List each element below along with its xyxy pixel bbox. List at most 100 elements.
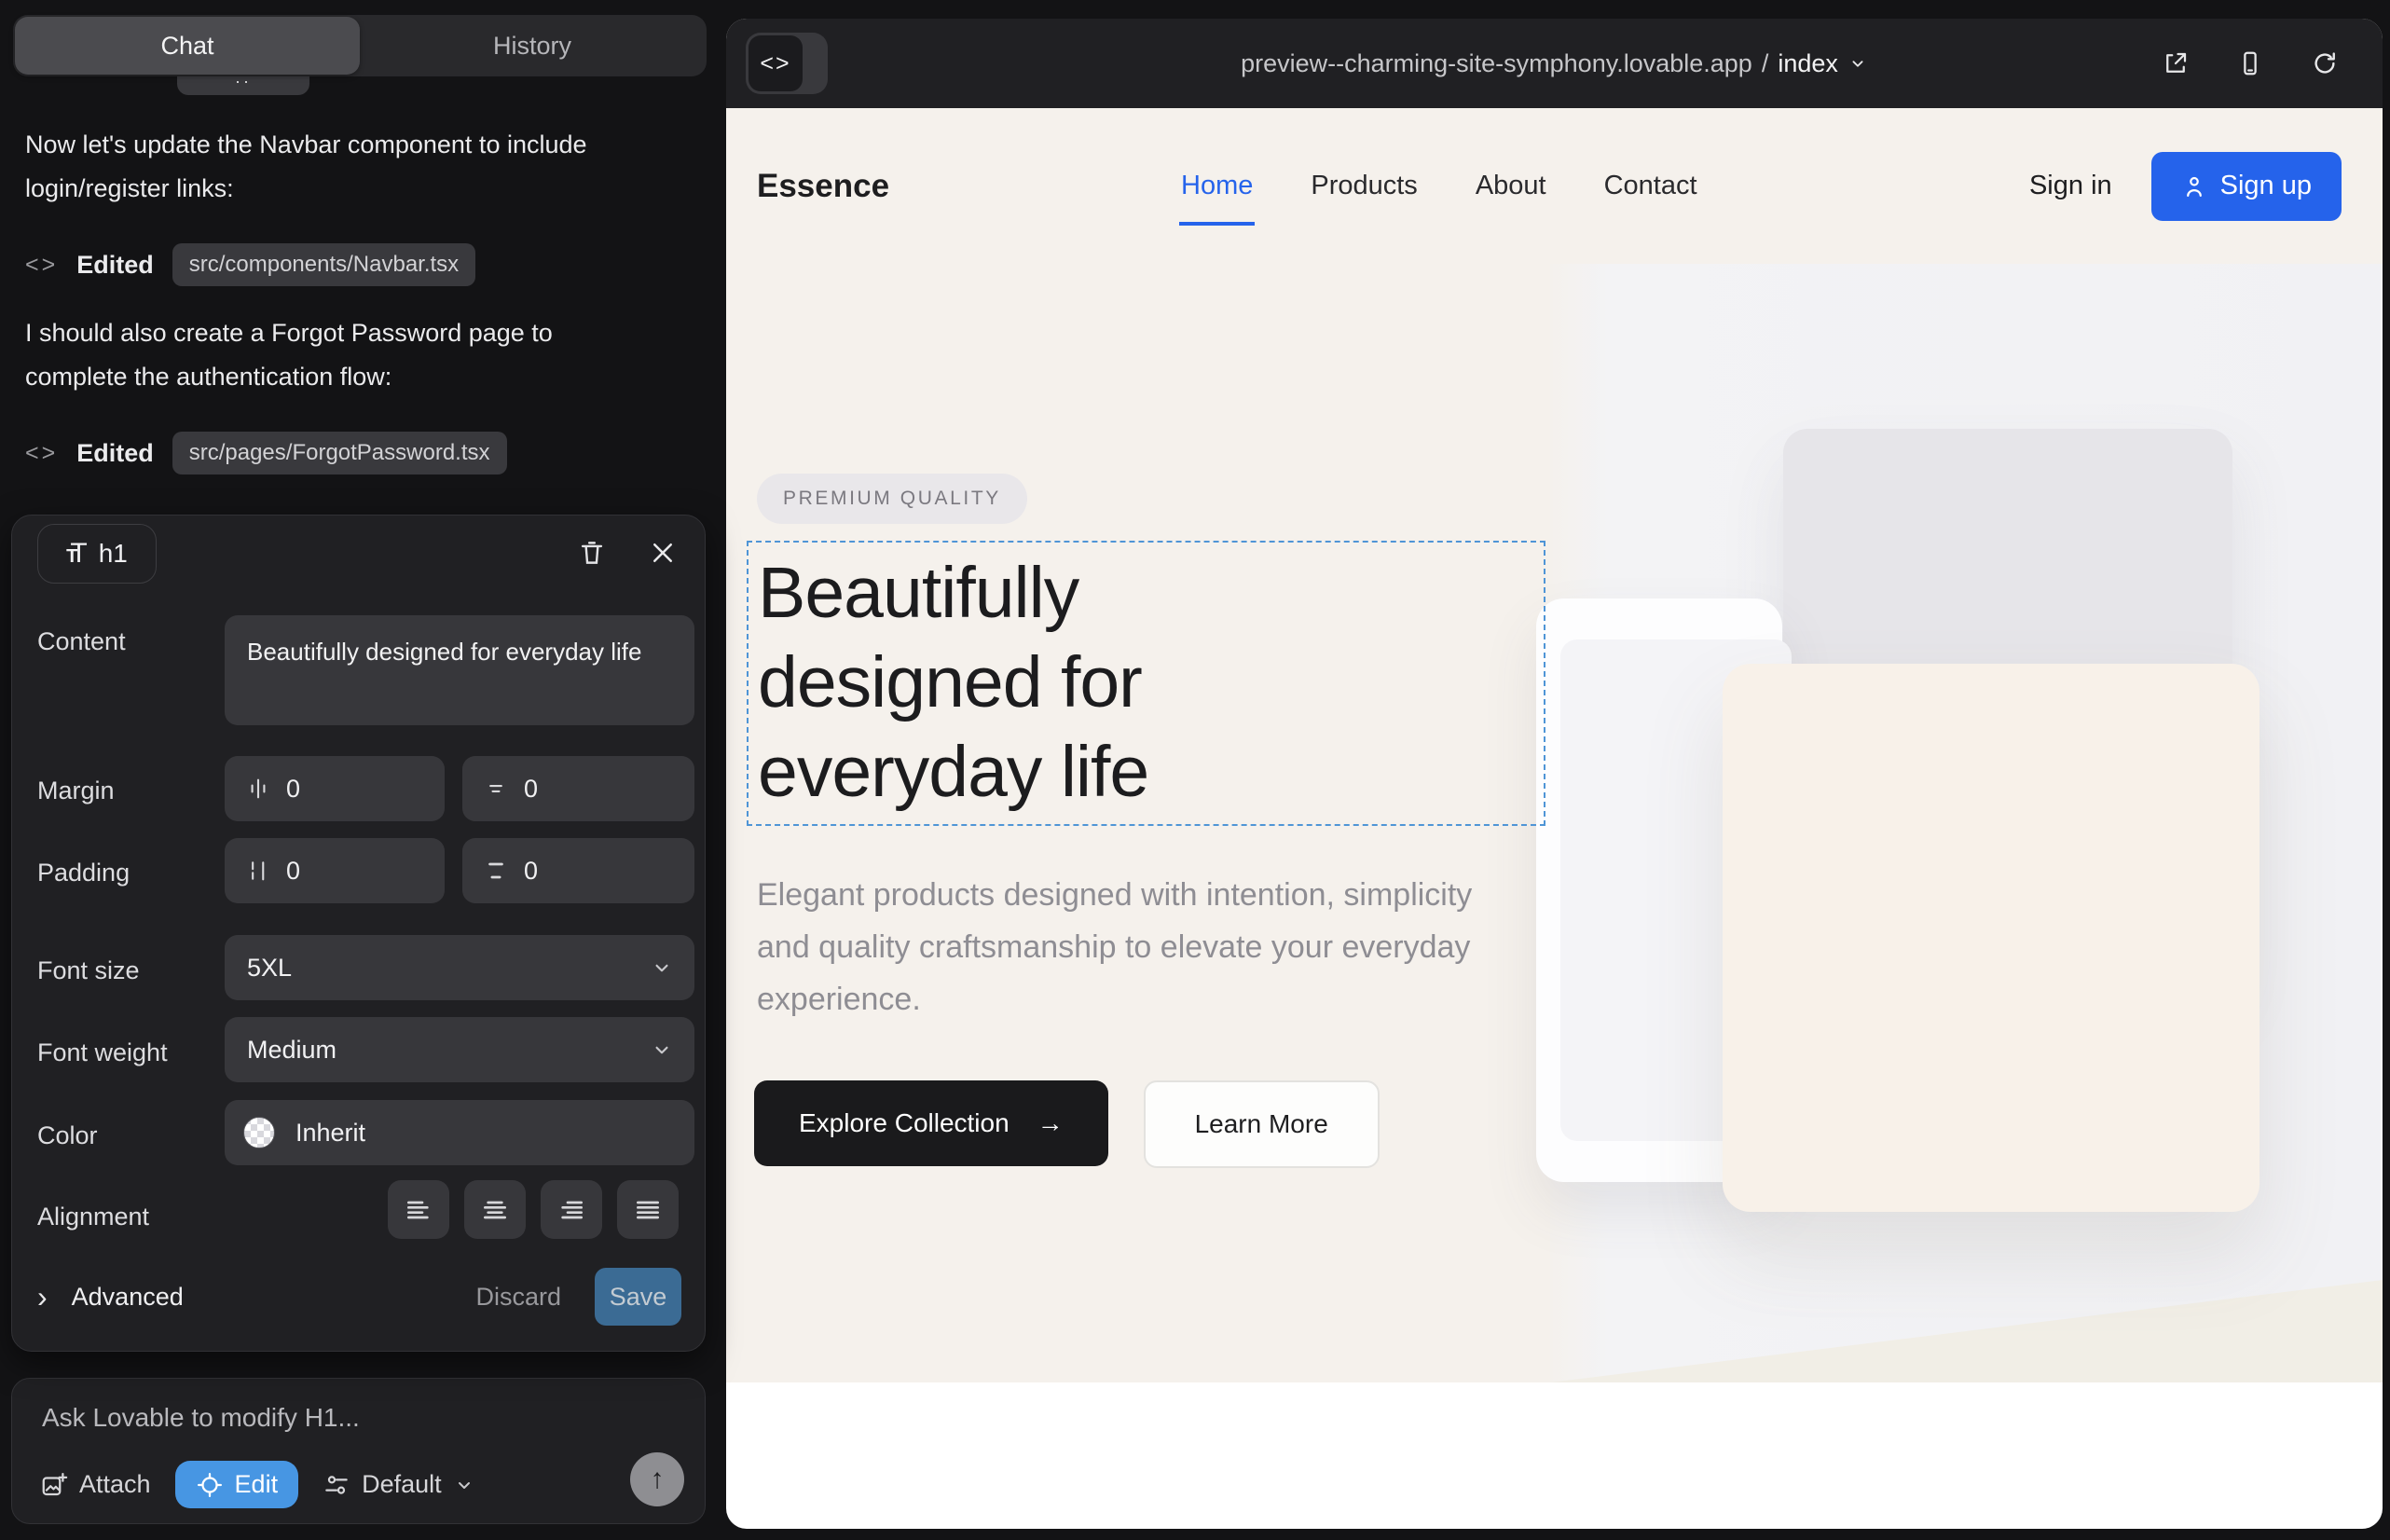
auth-actions: Sign in Sign up [2029,108,2342,264]
hero-paragraph: Elegant products designed with intention… [757,869,1493,1025]
attach-button[interactable]: Attach [40,1470,151,1499]
refresh-icon [2311,49,2339,77]
url-separator: / [1762,49,1769,78]
color-value: Inherit [295,1119,365,1148]
padding-x-field[interactable]: 0 [225,838,445,903]
discard-button[interactable]: Discard [475,1283,561,1312]
selected-element-pill[interactable]: TT h1 [37,524,157,584]
chevron-down-icon [453,1474,475,1496]
hero-card-cream [1723,664,2260,1212]
selected-element-outline[interactable]: Beautifully designed for everyday life [747,541,1545,826]
nav-home[interactable]: Home [1181,171,1253,201]
align-right-button[interactable] [541,1180,602,1239]
composer-toolbar: Attach Edit [40,1461,475,1508]
align-center-button[interactable] [464,1180,526,1239]
margin-x-value: 0 [286,775,300,804]
save-button[interactable]: Save [595,1268,681,1326]
edited-file-row: <> Edited src/components/Navbar.tsx [25,242,475,287]
content-input[interactable]: Beautifully designed for everyday life [225,615,694,725]
user-icon [2181,173,2207,199]
nav-products[interactable]: Products [1311,171,1417,201]
font-weight-value: Medium [247,1036,337,1065]
url-path: index [1778,49,1838,78]
margin-vertical-icon [483,776,509,802]
mobile-icon [2236,49,2264,77]
preview-url: preview--charming-site-symphony.lovable.… [1241,49,1752,78]
browser-toolbar: <> preview--charming-site-symphony.lovab… [726,19,2383,108]
font-size-select[interactable]: 5XL [225,935,694,1000]
arrow-up-icon: ↑ [651,1464,665,1495]
prompt-input[interactable] [42,1403,657,1433]
margin-horizontal-icon [245,776,271,802]
margin-x-field[interactable]: 0 [225,756,445,821]
margin-label: Margin [37,777,115,805]
align-justify-button[interactable] [617,1180,679,1239]
padding-vertical-icon [483,858,509,884]
nav-about[interactable]: About [1476,171,1546,201]
align-center-icon [480,1195,510,1225]
advanced-toggle[interactable]: Advanced [72,1283,184,1312]
mobile-preview-button[interactable] [2230,43,2271,84]
margin-y-field[interactable]: 0 [462,756,694,821]
explore-collection-button[interactable]: Explore Collection → [754,1080,1108,1166]
delete-element-button[interactable] [571,532,612,573]
target-icon [196,1471,224,1499]
alignment-label: Alignment [37,1203,149,1231]
attach-image-icon [40,1471,68,1499]
color-field[interactable]: Inherit [225,1100,694,1165]
padding-y-field[interactable]: 0 [462,838,694,903]
edit-mode-button[interactable]: Edit [175,1461,299,1508]
file-chip[interactable]: src/pages/ForgotPassword.tsx [172,432,507,474]
color-swatch [243,1117,275,1148]
app-window: ·· Chat History Now let's update the Nav… [0,0,2390,1540]
chat-message: I should also create a Forgot Password p… [25,311,631,399]
close-editor-button[interactable] [642,532,683,573]
typography-icon: TT [66,538,88,570]
chevron-down-icon [650,956,674,980]
learn-more-button[interactable]: Learn More [1144,1080,1380,1168]
align-left-icon [404,1195,433,1225]
tab-history[interactable]: History [360,17,705,75]
site-nav: Home Products About Contact [1181,108,1697,264]
font-weight-select[interactable]: Medium [225,1017,694,1082]
hero-heading[interactable]: Beautifully designed for everyday life [758,548,1373,817]
prompt-composer: Attach Edit [11,1378,706,1524]
align-justify-icon [633,1195,663,1225]
chevron-right-icon: › [37,1280,48,1314]
open-external-button[interactable] [2155,43,2196,84]
chevron-down-icon [1847,53,1868,74]
padding-y-value: 0 [524,857,538,886]
margin-y-value: 0 [524,775,538,804]
sidebar-tabs: Chat History [13,15,707,76]
content-label: Content [37,627,126,656]
align-left-button[interactable] [388,1180,449,1239]
hero-section: PREMIUM QUALITY Beautifully designed for… [726,264,2383,1382]
refresh-button[interactable] [2304,43,2345,84]
color-label: Color [37,1121,98,1150]
external-link-icon [2162,49,2190,77]
alignment-group [388,1180,679,1239]
edited-file-row: <> Edited src/pages/ForgotPassword.tsx [25,431,507,475]
edited-label: Edited [76,439,154,468]
site-logo[interactable]: Essence [757,168,889,205]
chevron-down-icon [650,1038,674,1062]
chat-sidebar: ·· Chat History Now let's update the Nav… [0,0,726,1540]
file-chip[interactable]: src/components/Navbar.tsx [172,243,475,286]
send-button[interactable]: ↑ [630,1452,684,1506]
element-editor-panel: TT h1 Content Beautifully desi [11,515,706,1352]
tab-chat[interactable]: Chat [15,17,360,75]
site-header: Essence Home Products About Contact Sign… [726,108,2383,264]
padding-horizontal-icon [245,858,271,884]
model-default-button[interactable]: Default [323,1470,475,1499]
nav-contact[interactable]: Contact [1604,171,1697,201]
padding-x-value: 0 [286,857,300,886]
edited-label: Edited [76,251,154,280]
editor-footer: › Advanced Discard Save [37,1267,681,1327]
arrow-right-icon: → [1037,1108,1064,1138]
quality-badge: PREMIUM QUALITY [757,474,1027,524]
font-size-label: Font size [37,956,140,985]
sign-up-button[interactable]: Sign up [2151,152,2342,221]
sign-in-link[interactable]: Sign in [2029,171,2112,201]
url-bar[interactable]: preview--charming-site-symphony.lovable.… [726,19,2383,108]
trash-icon [576,537,608,569]
